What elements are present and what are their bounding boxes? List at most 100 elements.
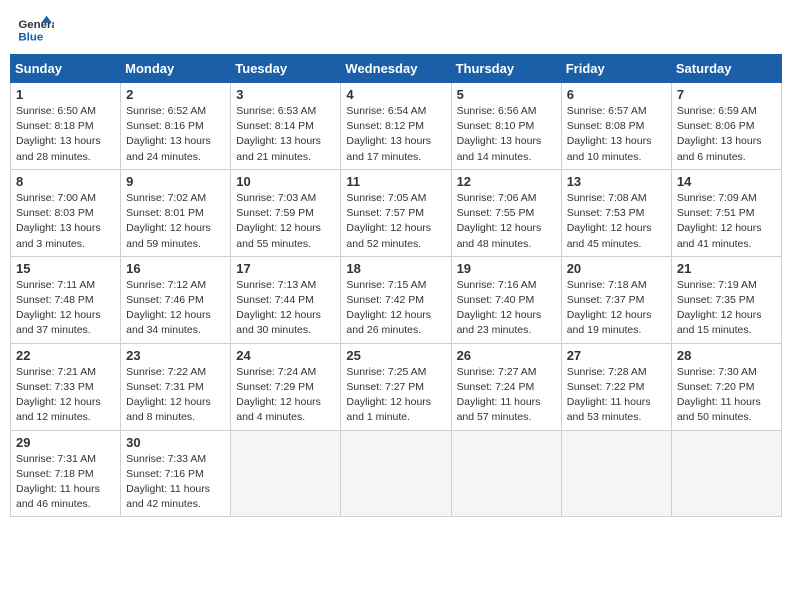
col-header-sunday: Sunday <box>11 55 121 83</box>
day-number: 29 <box>16 435 115 450</box>
day-number: 25 <box>346 348 445 363</box>
day-cell-27: 27Sunrise: 7:28 AMSunset: 7:22 PMDayligh… <box>561 343 671 430</box>
day-detail: Sunrise: 6:59 AMSunset: 8:06 PMDaylight:… <box>677 104 776 165</box>
day-number: 23 <box>126 348 225 363</box>
day-detail: Sunrise: 7:31 AMSunset: 7:18 PMDaylight:… <box>16 452 115 513</box>
day-cell-26: 26 Sunrise: 7:27 AMSunset: 7:24 PMDayligh… <box>451 343 561 430</box>
day-detail: Sunrise: 7:00 AMSunset: 8:03 PMDaylight:… <box>16 191 115 252</box>
col-header-wednesday: Wednesday <box>341 55 451 83</box>
day-cell-15: 15Sunrise: 7:11 AMSunset: 7:48 PMDayligh… <box>11 256 121 343</box>
day-detail: Sunrise: 7:06 AMSunset: 7:55 PMDaylight:… <box>457 191 556 252</box>
day-detail: Sunrise: 7:27 AMSunset: 7:24 PMDaylight:… <box>457 365 556 426</box>
day-cell-16: 16Sunrise: 7:12 AMSunset: 7:46 PMDayligh… <box>121 256 231 343</box>
header-row: SundayMondayTuesdayWednesdayThursdayFrid… <box>11 55 782 83</box>
day-number: 1 <box>16 87 115 102</box>
day-detail: Sunrise: 6:53 AMSunset: 8:14 PMDaylight:… <box>236 104 335 165</box>
day-detail: Sunrise: 7:18 AMSunset: 7:37 PMDaylight:… <box>567 278 666 339</box>
day-detail: Sunrise: 7:19 AMSunset: 7:35 PMDaylight:… <box>677 278 776 339</box>
calendar-week-1: 1 Sunrise: 6:50 AMSunset: 8:18 PMDaylight… <box>11 83 782 170</box>
day-cell-8: 8 Sunrise: 7:00 AMSunset: 8:03 PMDaylight… <box>11 169 121 256</box>
day-cell-30: 30 Sunrise: 7:33 AMSunset: 7:16 PMDayligh… <box>121 430 231 517</box>
day-number: 13 <box>567 174 666 189</box>
day-detail: Sunrise: 7:05 AMSunset: 7:57 PMDaylight:… <box>346 191 445 252</box>
day-number: 17 <box>236 261 335 276</box>
day-number: 6 <box>567 87 666 102</box>
day-number: 30 <box>126 435 225 450</box>
col-header-saturday: Saturday <box>671 55 781 83</box>
day-detail: Sunrise: 7:15 AMSunset: 7:42 PMDaylight:… <box>346 278 445 339</box>
empty-cell <box>671 430 781 517</box>
day-number: 4 <box>346 87 445 102</box>
day-number: 26 <box>457 348 556 363</box>
calendar-week-4: 22 Sunrise: 7:21 AMSunset: 7:33 PMDayligh… <box>11 343 782 430</box>
calendar-table: SundayMondayTuesdayWednesdayThursdayFrid… <box>10 54 782 517</box>
day-detail: Sunrise: 7:24 AMSunset: 7:29 PMDaylight:… <box>236 365 335 426</box>
day-detail: Sunrise: 7:08 AMSunset: 7:53 PMDaylight:… <box>567 191 666 252</box>
day-cell-7: 7 Sunrise: 6:59 AMSunset: 8:06 PMDaylight… <box>671 83 781 170</box>
day-number: 20 <box>567 261 666 276</box>
empty-cell <box>561 430 671 517</box>
day-number: 7 <box>677 87 776 102</box>
day-detail: Sunrise: 6:52 AMSunset: 8:16 PMDaylight:… <box>126 104 225 165</box>
day-number: 9 <box>126 174 225 189</box>
day-number: 22 <box>16 348 115 363</box>
day-detail: Sunrise: 7:30 AMSunset: 7:20 PMDaylight:… <box>677 365 776 426</box>
day-detail: Sunrise: 7:09 AMSunset: 7:51 PMDaylight:… <box>677 191 776 252</box>
day-cell-22: 22 Sunrise: 7:21 AMSunset: 7:33 PMDayligh… <box>11 343 121 430</box>
day-detail: Sunrise: 7:12 AMSunset: 7:46 PMDaylight:… <box>126 278 225 339</box>
col-header-tuesday: Tuesday <box>231 55 341 83</box>
day-cell-11: 11 Sunrise: 7:05 AMSunset: 7:57 PMDayligh… <box>341 169 451 256</box>
page-header: General Blue <box>10 10 782 48</box>
day-detail: Sunrise: 7:22 AMSunset: 7:31 PMDaylight:… <box>126 365 225 426</box>
day-cell-18: 18 Sunrise: 7:15 AMSunset: 7:42 PMDayligh… <box>341 256 451 343</box>
day-detail: Sunrise: 6:57 AMSunset: 8:08 PMDaylight:… <box>567 104 666 165</box>
day-detail: Sunrise: 7:33 AMSunset: 7:16 PMDaylight:… <box>126 452 225 513</box>
col-header-monday: Monday <box>121 55 231 83</box>
day-cell-21: 21 Sunrise: 7:19 AMSunset: 7:35 PMDayligh… <box>671 256 781 343</box>
day-cell-2: 2 Sunrise: 6:52 AMSunset: 8:16 PMDaylight… <box>121 83 231 170</box>
day-cell-3: 3Sunrise: 6:53 AMSunset: 8:14 PMDaylight… <box>231 83 341 170</box>
day-cell-10: 10 Sunrise: 7:03 AMSunset: 7:59 PMDayligh… <box>231 169 341 256</box>
day-number: 2 <box>126 87 225 102</box>
calendar-week-2: 8 Sunrise: 7:00 AMSunset: 8:03 PMDaylight… <box>11 169 782 256</box>
day-cell-19: 19 Sunrise: 7:16 AMSunset: 7:40 PMDayligh… <box>451 256 561 343</box>
day-number: 24 <box>236 348 335 363</box>
day-detail: Sunrise: 7:16 AMSunset: 7:40 PMDaylight:… <box>457 278 556 339</box>
day-number: 18 <box>346 261 445 276</box>
day-detail: Sunrise: 6:56 AMSunset: 8:10 PMDaylight:… <box>457 104 556 165</box>
day-detail: Sunrise: 7:02 AMSunset: 8:01 PMDaylight:… <box>126 191 225 252</box>
col-header-thursday: Thursday <box>451 55 561 83</box>
day-number: 12 <box>457 174 556 189</box>
day-number: 5 <box>457 87 556 102</box>
day-cell-23: 23 Sunrise: 7:22 AMSunset: 7:31 PMDayligh… <box>121 343 231 430</box>
day-detail: Sunrise: 6:50 AMSunset: 8:18 PMDaylight:… <box>16 104 115 165</box>
day-number: 27 <box>567 348 666 363</box>
day-cell-4: 4Sunrise: 6:54 AMSunset: 8:12 PMDaylight… <box>341 83 451 170</box>
day-number: 10 <box>236 174 335 189</box>
empty-cell <box>451 430 561 517</box>
day-detail: Sunrise: 7:21 AMSunset: 7:33 PMDaylight:… <box>16 365 115 426</box>
day-cell-5: 5 Sunrise: 6:56 AMSunset: 8:10 PMDaylight… <box>451 83 561 170</box>
day-cell-25: 25Sunrise: 7:25 AMSunset: 7:27 PMDayligh… <box>341 343 451 430</box>
day-detail: Sunrise: 7:11 AMSunset: 7:48 PMDaylight:… <box>16 278 115 339</box>
day-cell-17: 17Sunrise: 7:13 AMSunset: 7:44 PMDayligh… <box>231 256 341 343</box>
day-cell-20: 20 Sunrise: 7:18 AMSunset: 7:37 PMDayligh… <box>561 256 671 343</box>
day-number: 19 <box>457 261 556 276</box>
day-number: 11 <box>346 174 445 189</box>
day-number: 21 <box>677 261 776 276</box>
day-number: 8 <box>16 174 115 189</box>
day-cell-24: 24 Sunrise: 7:24 AMSunset: 7:29 PMDayligh… <box>231 343 341 430</box>
empty-cell <box>341 430 451 517</box>
logo: General Blue <box>18 14 56 44</box>
empty-cell <box>231 430 341 517</box>
day-cell-29: 29 Sunrise: 7:31 AMSunset: 7:18 PMDayligh… <box>11 430 121 517</box>
day-number: 14 <box>677 174 776 189</box>
day-number: 28 <box>677 348 776 363</box>
day-cell-6: 6 Sunrise: 6:57 AMSunset: 8:08 PMDaylight… <box>561 83 671 170</box>
calendar-week-3: 15Sunrise: 7:11 AMSunset: 7:48 PMDayligh… <box>11 256 782 343</box>
day-detail: Sunrise: 7:03 AMSunset: 7:59 PMDaylight:… <box>236 191 335 252</box>
day-cell-9: 9 Sunrise: 7:02 AMSunset: 8:01 PMDaylight… <box>121 169 231 256</box>
day-cell-14: 14 Sunrise: 7:09 AMSunset: 7:51 PMDayligh… <box>671 169 781 256</box>
day-cell-12: 12 Sunrise: 7:06 AMSunset: 7:55 PMDayligh… <box>451 169 561 256</box>
col-header-friday: Friday <box>561 55 671 83</box>
